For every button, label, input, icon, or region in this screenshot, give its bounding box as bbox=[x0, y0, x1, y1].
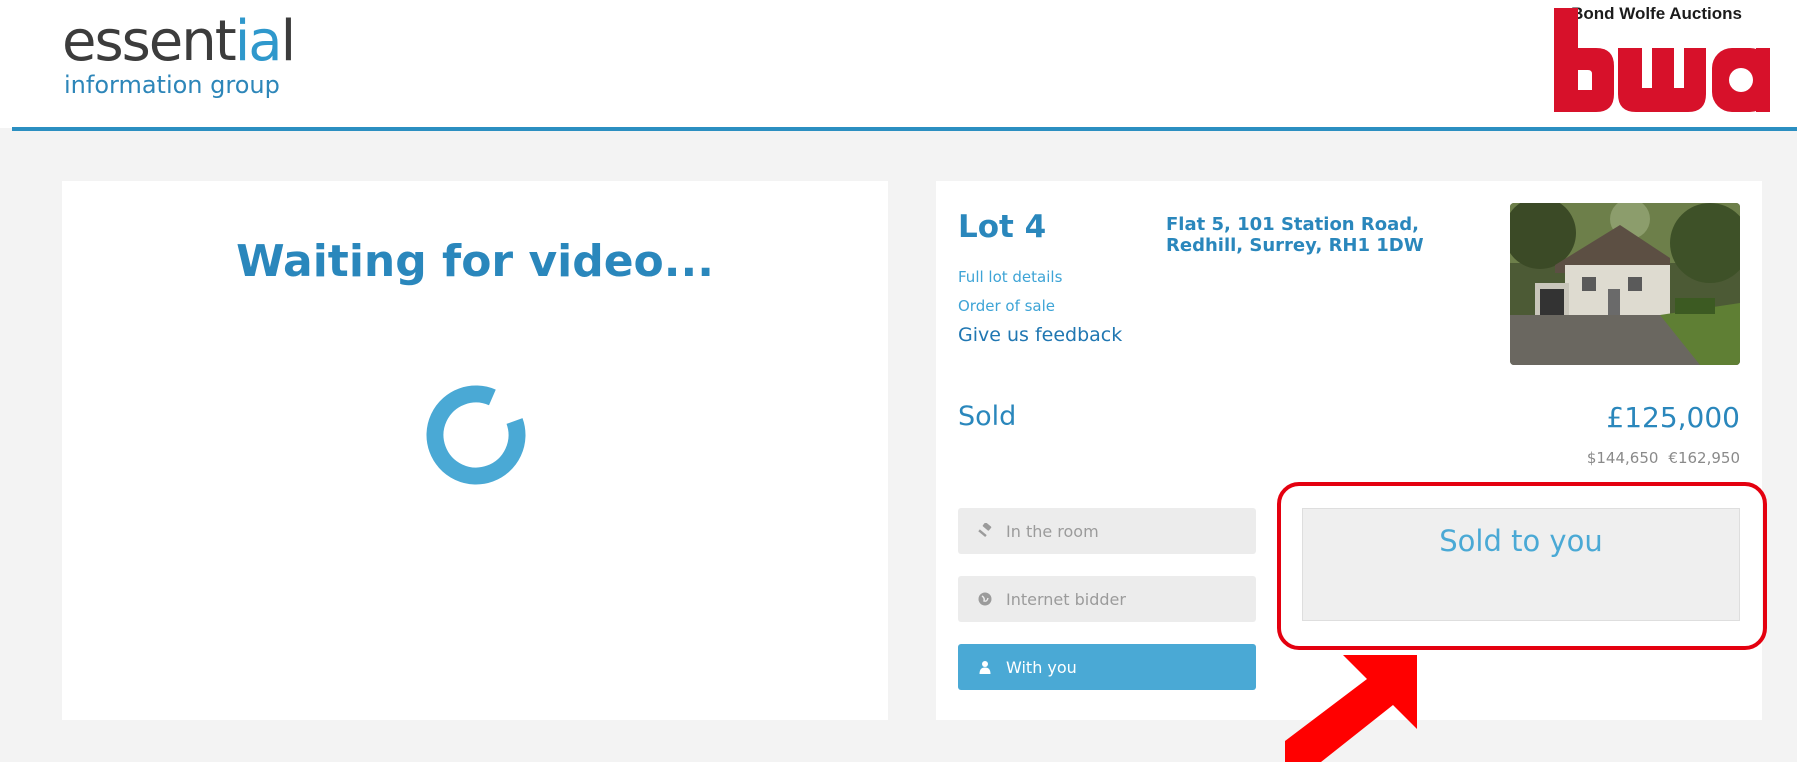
user-icon bbox=[976, 658, 994, 676]
lot-address: Flat 5, 101 Station Road, Redhill, Surre… bbox=[1166, 214, 1456, 256]
bid-source-label: With you bbox=[1006, 657, 1077, 677]
essential-information-group-logo[interactable]: essential information group bbox=[62, 9, 296, 100]
bid-source-with-you[interactable]: With you bbox=[958, 644, 1256, 690]
waiting-for-video-text: Waiting for video... bbox=[236, 236, 714, 287]
bid-source-label: In the room bbox=[1006, 521, 1099, 541]
bid-source-internet-bidder[interactable]: Internet bidder bbox=[958, 576, 1256, 622]
lot-number: Lot 4 bbox=[958, 209, 1047, 245]
currency-conversions: $144,650 €162,950 bbox=[1577, 449, 1740, 467]
address-line-1: Flat 5, 101 Station Road, bbox=[1166, 214, 1419, 235]
order-of-sale-link[interactable]: Order of sale bbox=[958, 297, 1055, 315]
annotation-highlight-box bbox=[1277, 482, 1767, 650]
gavel-icon bbox=[976, 522, 994, 540]
give-feedback-link[interactable]: Give us feedback bbox=[958, 324, 1122, 346]
full-lot-details-link[interactable]: Full lot details bbox=[958, 268, 1062, 286]
bid-source-in-the-room[interactable]: In the room bbox=[958, 508, 1256, 554]
sold-price: £125,000 bbox=[1606, 401, 1740, 434]
bond-wolfe-auctions-logo[interactable]: Bond Wolfe Auctions bbox=[1540, 0, 1780, 115]
site-header: essential information group Bond Wolfe A… bbox=[0, 0, 1797, 128]
address-line-2: Redhill, Surrey, RH1 1DW bbox=[1166, 235, 1424, 256]
property-photo[interactable] bbox=[1510, 203, 1740, 365]
logo-subtitle: information group bbox=[64, 71, 280, 99]
header-divider bbox=[12, 127, 1797, 131]
lot-status: Sold bbox=[958, 401, 1017, 432]
bid-source-label: Internet bidder bbox=[1006, 589, 1126, 609]
globe-icon bbox=[976, 590, 994, 608]
price-eur: €162,950 bbox=[1668, 449, 1740, 467]
loading-spinner-icon bbox=[426, 385, 526, 485]
price-usd: $144,650 bbox=[1586, 449, 1659, 467]
annotation-arrow-icon bbox=[1285, 655, 1417, 762]
bwa-logo-mark bbox=[1554, 8, 1770, 112]
property-photo-image bbox=[1510, 203, 1740, 365]
logo-wordmark: essential bbox=[62, 9, 296, 74]
video-panel: Waiting for video... bbox=[62, 181, 888, 720]
